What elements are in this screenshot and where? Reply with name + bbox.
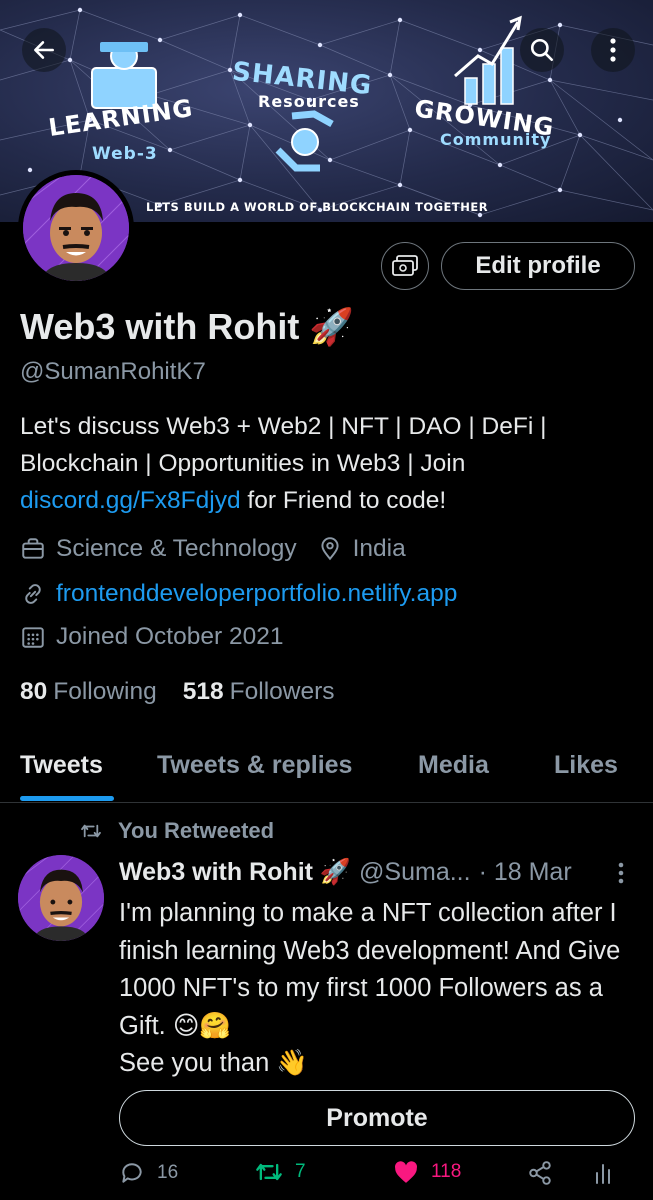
following-count: 80: [20, 678, 48, 705]
profile-meta-joined: Joined October 2021: [20, 623, 283, 651]
active-tab-indicator: [20, 796, 114, 801]
share-button[interactable]: [527, 1160, 565, 1186]
profile-meta-category-location: Science & Technology India: [20, 535, 406, 563]
profile-category: Science & Technology: [56, 535, 297, 562]
briefcase-icon: [22, 538, 44, 559]
book-reader-illustration: [91, 42, 157, 109]
tab-likes[interactable]: Likes: [554, 751, 618, 780]
tab-media[interactable]: Media: [418, 751, 489, 780]
calendar-icon: [22, 627, 44, 648]
reply-count: 16: [157, 1162, 179, 1183]
like-button[interactable]: 118: [393, 1160, 461, 1184]
retweet-icon: [81, 824, 101, 838]
retweet-count: 7: [295, 1161, 306, 1182]
tweet-text-end: See you than 👋: [119, 1049, 309, 1077]
profile-tabs: Tweets Tweets & replies Media Likes: [0, 745, 653, 803]
followers-count: 518: [182, 678, 224, 705]
tweet-more-button[interactable]: [617, 862, 631, 886]
search-button[interactable]: [520, 28, 564, 72]
profile-name: Web3 with Rohit 🚀: [20, 306, 355, 347]
tweet-text: I'm planning to make a NFT collection af…: [119, 895, 634, 1083]
retweet-context: You Retweeted: [80, 818, 274, 844]
bio-text-end: for Friend to code!: [240, 487, 447, 514]
retweet-icon: [256, 1163, 282, 1181]
followers-link[interactable]: 518 Followers: [183, 678, 335, 706]
following-label: Following: [53, 678, 157, 705]
money-icon: [392, 255, 418, 276]
banner-word-resources: Resources: [258, 92, 360, 111]
tab-tweets[interactable]: Tweets: [20, 751, 103, 780]
reply-icon: [122, 1163, 142, 1183]
tweet-author-handle[interactable]: @Suma...: [359, 858, 471, 887]
banner-word-web3: Web-3: [92, 144, 158, 164]
tweet-actions: 16 7 118: [119, 1160, 619, 1192]
tweet-header: Web3 with Rohit 🚀 @Suma... · 18 Mar: [119, 858, 572, 887]
back-button[interactable]: [22, 28, 66, 72]
profile-handle: @SumanRohitK7: [20, 358, 206, 385]
tab-tweets-replies[interactable]: Tweets & replies: [157, 751, 352, 780]
more-vertical-icon: [610, 38, 616, 62]
profile-stats: 80 Following 518 Followers: [20, 678, 335, 706]
location-pin-icon: [321, 537, 339, 561]
avatar-image: [23, 175, 129, 281]
back-arrow-icon: [34, 41, 54, 59]
analytics-icon: [596, 1164, 610, 1184]
link-icon: [25, 584, 41, 604]
tweet-author-avatar[interactable]: [18, 855, 104, 941]
promote-button[interactable]: Promote: [119, 1090, 635, 1146]
reply-button[interactable]: 16: [119, 1160, 178, 1186]
edit-profile-button[interactable]: Edit profile: [441, 242, 635, 290]
bio-discord-link[interactable]: discord.gg/Fx8Fdjyd: [20, 487, 241, 514]
professional-tools-button[interactable]: [381, 242, 429, 290]
more-vertical-icon: [618, 862, 624, 884]
profile-location: India: [352, 535, 406, 562]
profile-joined-date: Joined October 2021: [56, 623, 284, 650]
heart-icon: [395, 1161, 418, 1183]
tweet-text-main: I'm planning to make a NFT collection af…: [119, 899, 621, 1040]
followers-label: Followers: [229, 678, 335, 705]
search-icon: [530, 38, 554, 62]
retweet-button[interactable]: 7: [255, 1160, 306, 1184]
profile-bio: Let's discuss Web3 + Web2 | NFT | DAO | …: [20, 408, 635, 519]
banner-tagline: LETS BUILD A WORLD OF BLOCKCHAIN TOGETHE…: [146, 200, 489, 214]
avatar-image: [18, 855, 104, 941]
growth-chart-illustration: [454, 15, 522, 105]
following-link[interactable]: 80 Following: [20, 678, 157, 706]
profile-meta-website: frontenddeveloperportfolio.netlify.app: [20, 580, 457, 608]
profile-website-link[interactable]: frontenddeveloperportfolio.netlify.app: [56, 580, 457, 608]
analytics-button[interactable]: [593, 1160, 625, 1186]
bio-text: Let's discuss Web3 + Web2 | NFT | DAO | …: [20, 413, 547, 477]
profile-avatar[interactable]: [18, 170, 134, 286]
more-options-button[interactable]: [591, 28, 635, 72]
like-count: 118: [431, 1161, 462, 1182]
retweeted-label: You Retweeted: [118, 818, 275, 843]
banner-word-community: Community: [440, 130, 552, 149]
share-icon: [529, 1161, 551, 1185]
tweet-author-name[interactable]: Web3 with Rohit 🚀: [119, 858, 351, 887]
tweet-date: · 18 Mar: [478, 858, 572, 886]
